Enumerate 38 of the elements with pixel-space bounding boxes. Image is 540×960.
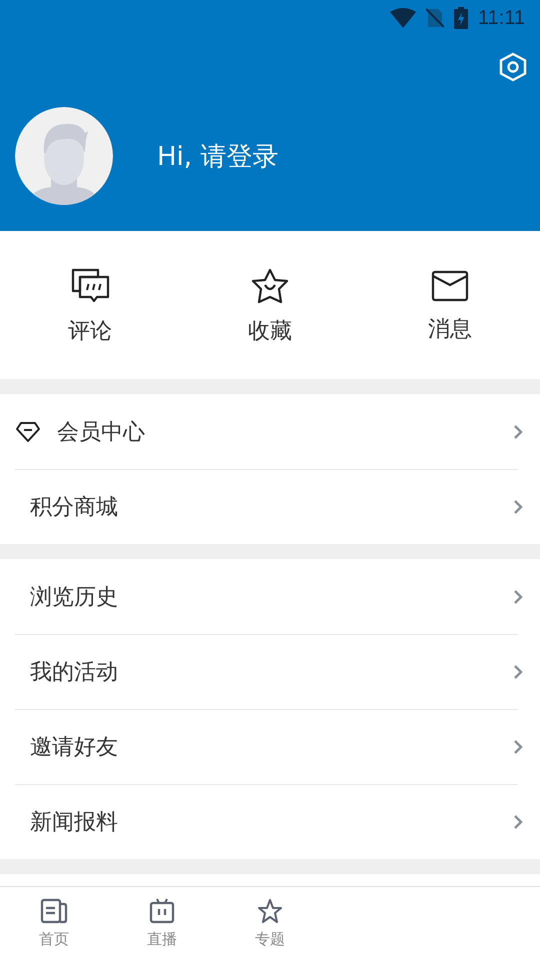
quick-action-button[interactable]: 收藏 <box>238 264 302 350</box>
menu-row[interactable]: 邀请好友 <box>0 709 540 784</box>
star-icon <box>257 898 283 924</box>
chevron-right-icon <box>513 588 523 604</box>
menu-label: 浏览历史 <box>30 584 119 612</box>
chevron-right-icon <box>513 814 523 830</box>
menu-label: 我的活动 <box>30 658 119 686</box>
quick-action-button[interactable]: 评论 <box>58 264 122 350</box>
menu-row[interactable]: 浏览历史 <box>0 559 540 634</box>
chat-bubbles-icon <box>70 268 110 304</box>
diamond-icon <box>15 420 41 442</box>
menu-row[interactable]: 我的活动 <box>0 634 540 709</box>
document-icon <box>40 898 68 924</box>
smiling-star-icon <box>251 268 289 304</box>
tv-icon <box>149 898 175 924</box>
avatar-icon[interactable] <box>15 107 113 205</box>
menu-row[interactable]: 积分商城 <box>0 469 540 544</box>
chevron-right-icon <box>513 424 523 440</box>
nav-tab[interactable]: 首页 <box>0 887 108 960</box>
menu-label: 邀请好友 <box>30 734 119 762</box>
nav-tab[interactable]: 直播 <box>108 887 216 960</box>
menu-label: 会员中心 <box>57 418 146 446</box>
menu-row[interactable]: 会员中心 <box>0 394 540 469</box>
envelope-icon <box>431 270 469 302</box>
chevron-right-icon <box>513 738 523 754</box>
login-prompt[interactable]: Hi, 请登录 <box>157 138 278 174</box>
menu-label: 新闻报料 <box>30 808 119 836</box>
wifi-icon <box>390 8 416 28</box>
quick-action-button[interactable]: 消息 <box>418 266 482 348</box>
menu-row[interactable]: 新闻报料 <box>0 784 540 859</box>
battery-icon <box>454 7 468 29</box>
chevron-right-icon <box>513 498 523 514</box>
chevron-right-icon <box>513 664 523 680</box>
no-sim-icon <box>426 8 444 28</box>
menu-label: 积分商城 <box>30 494 119 522</box>
status-time: 11:11 <box>478 6 525 30</box>
settings-icon[interactable] <box>499 52 527 82</box>
nav-tab[interactable]: 专题 <box>216 887 324 960</box>
